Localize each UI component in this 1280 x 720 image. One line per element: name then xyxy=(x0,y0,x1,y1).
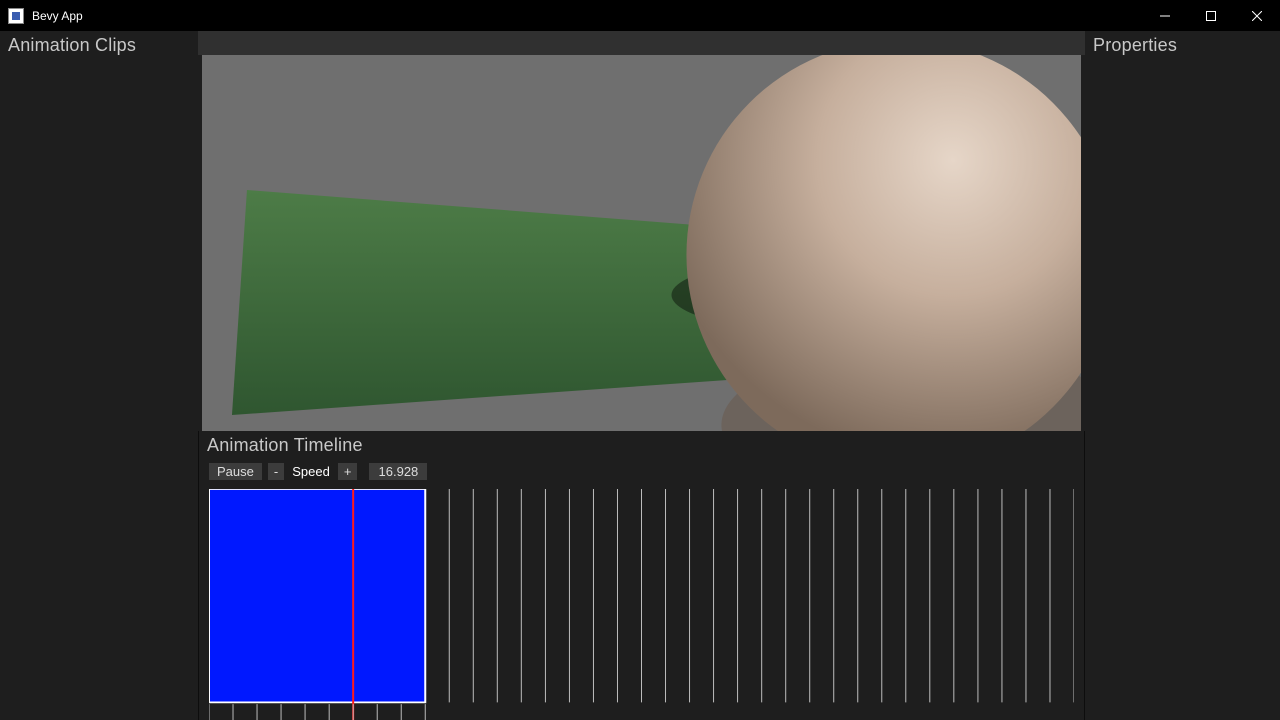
properties-panel: Properties xyxy=(1085,31,1280,720)
workspace: Animation Clips Properties xyxy=(0,31,1280,720)
speed-increase-button[interactable]: + xyxy=(338,463,358,480)
maximize-icon xyxy=(1206,11,1216,21)
timeline-panel: Animation Timeline Pause - Speed + xyxy=(198,431,1085,720)
time-field[interactable] xyxy=(369,463,427,480)
timeline-canvas[interactable] xyxy=(209,489,1074,720)
minimize-icon xyxy=(1160,11,1170,21)
animation-clips-panel: Animation Clips xyxy=(0,31,198,720)
window-controls xyxy=(1142,0,1280,31)
minimize-button[interactable] xyxy=(1142,0,1188,31)
close-button[interactable] xyxy=(1234,0,1280,31)
animation-clips-title: Animation Clips xyxy=(0,31,198,62)
speed-decrease-button[interactable]: - xyxy=(268,463,284,480)
viewport[interactable] xyxy=(202,55,1081,431)
scene-render xyxy=(202,55,1081,431)
sphere xyxy=(686,55,1081,431)
viewport-header xyxy=(198,31,1085,55)
close-icon xyxy=(1252,11,1262,21)
timeline-svg xyxy=(209,489,1074,720)
titlebar: Bevy App xyxy=(0,0,1280,31)
app-icon xyxy=(8,8,24,24)
timeline-controls: Pause - Speed + xyxy=(199,462,1084,484)
viewport-area xyxy=(198,31,1085,431)
maximize-button[interactable] xyxy=(1188,0,1234,31)
window-title: Bevy App xyxy=(32,9,83,23)
speed-label: Speed xyxy=(290,464,332,479)
properties-title: Properties xyxy=(1085,31,1280,62)
timeline-title: Animation Timeline xyxy=(199,431,1084,462)
pause-button[interactable]: Pause xyxy=(209,463,262,480)
